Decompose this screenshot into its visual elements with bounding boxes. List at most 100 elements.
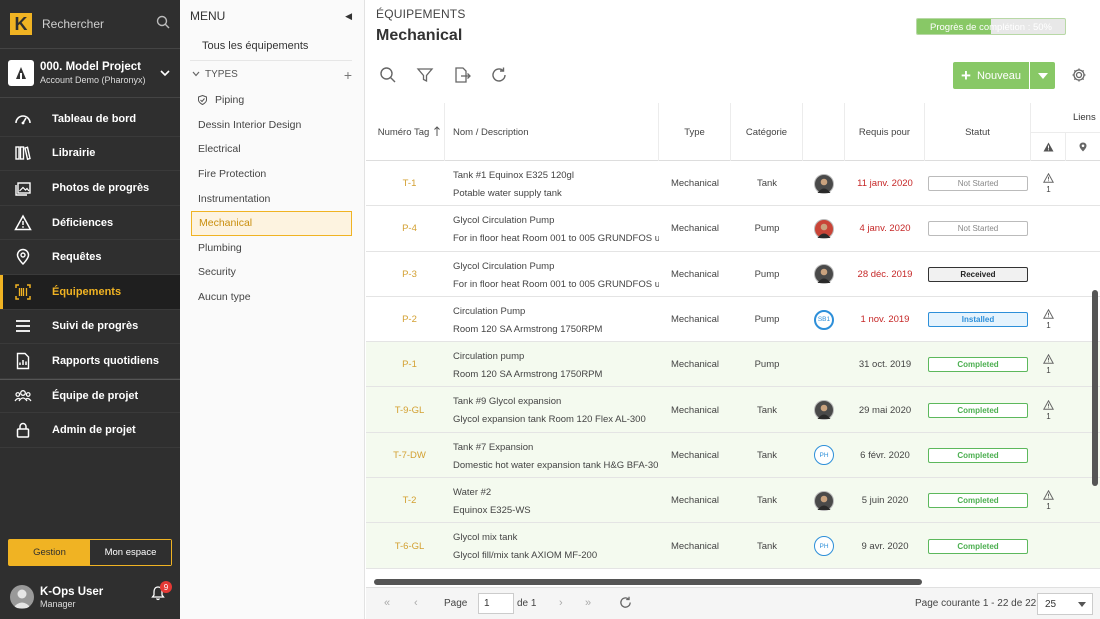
nav-search-bar[interactable]: K Rechercher (0, 0, 180, 48)
table-row[interactable]: T-2 Water #2 Equinox E325-WS Mechanical Tank… (366, 478, 1100, 524)
filter-icon[interactable] (416, 66, 436, 86)
previous-page-icon[interactable]: ‹ (414, 597, 418, 609)
table-row[interactable]: T-1 Tank #1 Equinox E325 120gl Potable wat… (366, 161, 1100, 207)
table-row[interactable]: P-4 Glycol Circulation Pump For in floor h… (366, 206, 1100, 252)
avatar[interactable]: PH (814, 536, 834, 557)
column-header-assignee[interactable] (803, 103, 845, 161)
cell-required-date: 9 avr. 2020 (861, 540, 909, 552)
equipment-table: Numéro Tag Nom / Description Type Catégo… (366, 103, 1100, 569)
nav-item-admin-de-projet[interactable]: Admin de projet (0, 413, 180, 448)
nav-item-requetes[interactable]: Requêtes (0, 240, 180, 275)
warning-icon[interactable] (1042, 489, 1055, 502)
cell-tag[interactable]: T-9-GL (374, 387, 445, 432)
new-options-dropdown[interactable] (1030, 62, 1055, 89)
nav-item-equipements[interactable]: Équipements (0, 274, 180, 310)
cell-tag[interactable]: T-1 (374, 161, 445, 206)
types-section-header[interactable]: TYPES + (190, 60, 352, 88)
nav-item-tableau-de-bord[interactable]: Tableau de bord (0, 102, 180, 137)
type-item-dessin-interior-design[interactable]: Dessin Interior Design (191, 113, 352, 138)
project-selector[interactable]: 000. Model Project Account Demo (Pharony… (0, 48, 180, 98)
warning-icon[interactable] (1042, 308, 1055, 321)
cell-tag[interactable]: T-6-GL (374, 523, 445, 568)
cell-tag[interactable]: T-2 (374, 478, 445, 523)
type-item-security[interactable]: Security (191, 260, 352, 285)
nav-item-photos-de-progres[interactable]: Photos de progrès (0, 171, 180, 206)
cell-assignee: SB1 (803, 297, 845, 342)
nav-item-rapports-quotidiens[interactable]: Rapports quotidiens (0, 344, 180, 379)
vertical-scrollbar[interactable] (1092, 290, 1098, 486)
cell-name-description: Glycol mix tank Glycol fill/mix tank AXIO… (445, 523, 659, 568)
column-header-status[interactable]: Statut (925, 103, 1031, 161)
cell-deficiency-link (1031, 206, 1066, 251)
avatar[interactable] (814, 490, 834, 511)
column-header-category[interactable]: Catégorie (731, 103, 803, 161)
cell-required-date: 6 févr. 2020 (860, 449, 910, 461)
cell-tag[interactable]: T-7-DW (374, 433, 445, 478)
column-header-name[interactable]: Nom / Description (445, 103, 659, 161)
table-row[interactable]: T-9-GL Tank #9 Glycol expansion Glycol exp… (366, 387, 1100, 433)
avatar[interactable]: SB1 (814, 309, 834, 330)
refresh-icon[interactable] (490, 66, 510, 86)
warning-icon[interactable] (1042, 172, 1055, 185)
type-item-aucun-type[interactable]: Aucun type (191, 285, 352, 310)
cell-tag[interactable]: P-4 (374, 206, 445, 251)
next-page-icon[interactable]: › (559, 597, 563, 609)
bell-icon[interactable]: 9 (150, 581, 172, 604)
warning-icon[interactable] (1042, 399, 1055, 412)
table-row[interactable]: T-7-DW Tank #7 Expansion Domestic hot wate… (366, 432, 1100, 479)
type-item-piping[interactable]: Piping (191, 88, 352, 113)
location-pin-icon[interactable] (1066, 132, 1100, 161)
avatar[interactable] (814, 400, 834, 421)
page-number-input[interactable]: 1 (478, 593, 514, 614)
add-type-icon[interactable]: + (344, 67, 352, 83)
collapse-left-icon[interactable]: ◀ (345, 11, 352, 22)
table-row[interactable]: P-3 Glycol Circulation Pump For in floor h… (366, 251, 1100, 297)
user-profile[interactable]: K-Ops User Manager 9 (0, 575, 180, 619)
cell-required-date: 28 déc. 2019 (857, 268, 913, 280)
photos-icon (14, 179, 42, 197)
horizontal-scrollbar-thumb[interactable] (374, 579, 922, 585)
table-row[interactable]: P-1 Circulation pump Room 120 SA Armstrong… (366, 342, 1100, 388)
avatar[interactable] (814, 264, 834, 285)
library-icon (14, 144, 42, 162)
page-size-select[interactable]: 25 (1037, 593, 1093, 615)
column-header-tag[interactable]: Numéro Tag (374, 103, 445, 161)
cell-tag[interactable]: P-2 (374, 297, 445, 342)
table-row[interactable]: P-2 Circulation Pump Room 120 SA Armstrong… (366, 296, 1100, 343)
new-equipment-button[interactable]: + Nouveau (953, 62, 1029, 89)
search-icon[interactable] (156, 15, 170, 32)
export-icon[interactable] (453, 66, 473, 86)
table-row[interactable]: T-6-GL Glycol mix tank Glycol fill/mix tan… (366, 523, 1100, 569)
cell-tag[interactable]: P-3 (374, 252, 445, 297)
type-item-instrumentation[interactable]: Instrumentation (191, 186, 352, 211)
avatar[interactable] (814, 173, 834, 194)
cell-status: Completed (925, 342, 1031, 387)
chevron-down-icon[interactable] (160, 68, 170, 80)
refresh-icon[interactable] (619, 596, 632, 612)
warning-icon[interactable] (1042, 354, 1055, 366)
avatar[interactable]: PH (814, 445, 834, 466)
menu-item-all-equipment[interactable]: Tous les équipements (180, 32, 364, 60)
cell-type: Mechanical (670, 540, 720, 552)
column-header-type[interactable]: Type (659, 103, 731, 161)
avatar[interactable] (814, 218, 834, 239)
type-item-plumbing[interactable]: Plumbing (191, 236, 352, 261)
gear-icon[interactable] (1071, 67, 1087, 86)
column-header-required[interactable]: Requis pour (845, 103, 925, 161)
mode-mon-espace-button[interactable]: Mon espace (90, 540, 171, 565)
nav-item-suivi-de-progres[interactable]: Suivi de progrès (0, 310, 180, 345)
type-item-fire-protection[interactable]: Fire Protection (191, 162, 352, 187)
first-page-icon[interactable]: « (384, 597, 390, 609)
type-item-mechanical[interactable]: Mechanical (191, 210, 352, 236)
cell-tag[interactable]: P-1 (374, 342, 445, 387)
search-icon[interactable] (379, 66, 399, 86)
nav-item-librairie[interactable]: Librairie (0, 137, 180, 172)
nav-item-equipe-de-projet[interactable]: Équipe de projet (0, 378, 180, 414)
warning-icon[interactable] (1031, 132, 1066, 161)
type-item-electrical[interactable]: Electrical (191, 137, 352, 162)
nav-item-deficiences[interactable]: Déficiences (0, 206, 180, 241)
last-page-icon[interactable]: » (585, 597, 591, 609)
horizontal-scrollbar[interactable] (374, 579, 1100, 585)
app-logo[interactable]: K (10, 13, 32, 35)
mode-gestion-button[interactable]: Gestion (9, 540, 90, 565)
